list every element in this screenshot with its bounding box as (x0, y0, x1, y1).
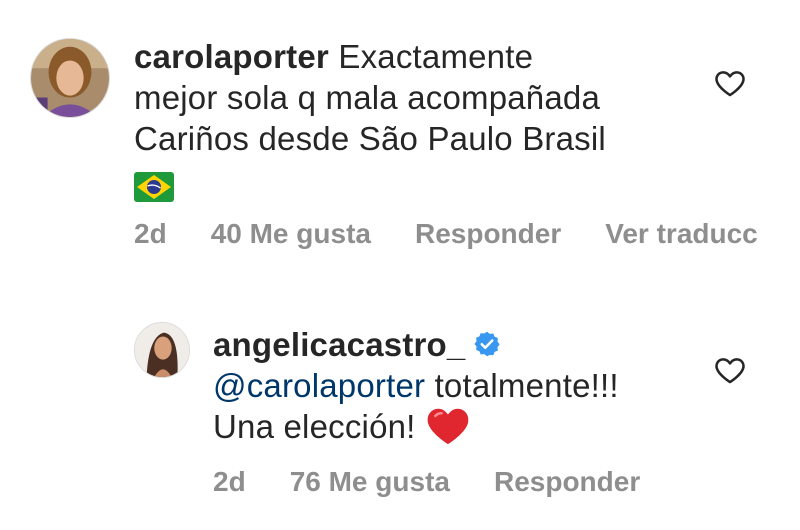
mention-link[interactable]: @carolaporter (213, 367, 425, 404)
username-link[interactable]: carolaporter (134, 38, 329, 75)
red-heart-icon (426, 406, 470, 446)
avatar[interactable] (30, 38, 110, 118)
avatar[interactable] (134, 322, 190, 378)
comment-body: Exactamente (338, 38, 534, 75)
translate-button[interactable]: Ver traducc (605, 218, 758, 250)
timestamp: 2d (134, 218, 167, 249)
timestamp: 2d (213, 466, 246, 497)
comment-body: Cariños desde São Paulo Brasil (134, 120, 606, 157)
username-link[interactable]: angelicacastro_ (213, 326, 465, 363)
comment-body: Una elección! (213, 408, 416, 445)
brazil-flag-icon (134, 170, 174, 203)
likes-count[interactable]: 76 Me gusta (290, 466, 450, 498)
comment-text: angelicacastro_ @carolaporter totalmente… (213, 324, 683, 447)
comment-meta: 2d 76 Me gusta Responder (213, 466, 684, 498)
verified-badge-icon (473, 326, 501, 357)
comment-body: totalmente!!! (434, 367, 619, 404)
likes-count[interactable]: 40 Me gusta (211, 218, 371, 250)
reply-button[interactable]: Responder (415, 218, 561, 250)
comment-meta: 2d 40 Me gusta Responder Ver traducc (134, 218, 800, 250)
reply-button[interactable]: Responder (494, 466, 640, 498)
comment-text: carolaporter Exactamente mejor sola q ma… (134, 36, 694, 203)
like-heart-icon[interactable] (713, 66, 747, 100)
like-heart-icon[interactable] (713, 353, 747, 387)
comment-body: mejor sola q mala acompañada (134, 79, 601, 116)
